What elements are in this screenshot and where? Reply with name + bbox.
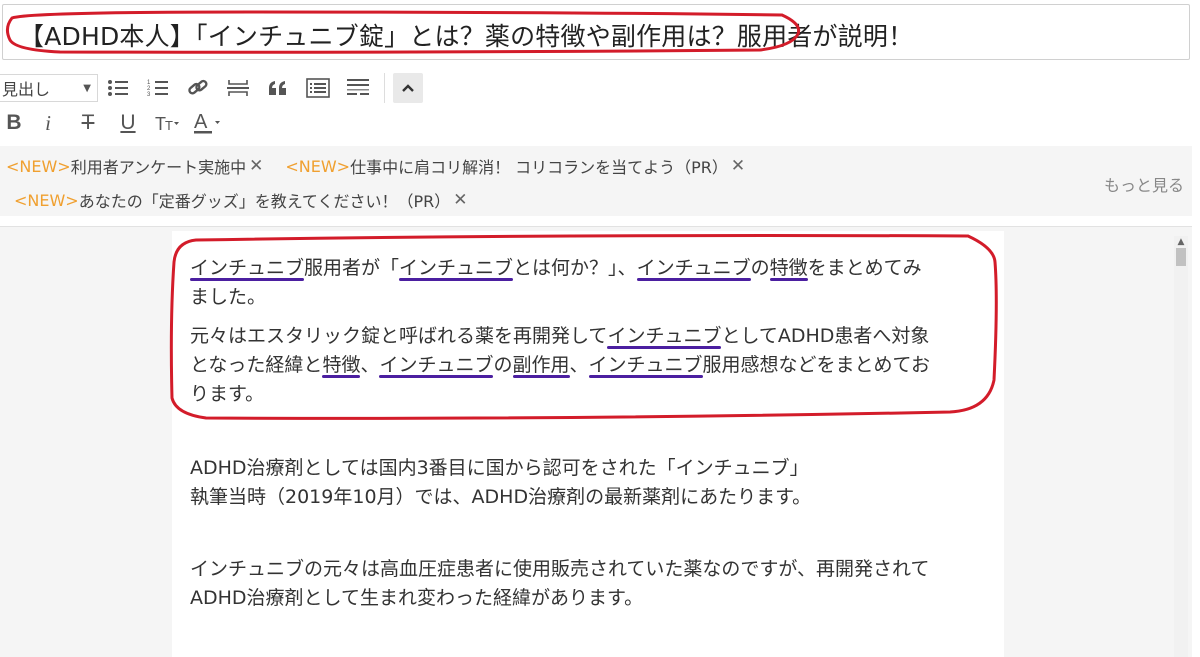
text-segment: をまとめてみ xyxy=(807,257,922,279)
read-more-button[interactable] xyxy=(338,72,378,104)
svg-text:T: T xyxy=(165,118,173,133)
underlined-keyword: インチュニブ xyxy=(399,257,514,279)
underlined-keyword: インチュニブ xyxy=(636,257,751,279)
notice-line: <NEW> 利用者アンケート実施中 ✕ <NEW> 仕事中に肩コリ解消！ コリコ… xyxy=(6,154,767,178)
underlined-keyword: 副作用 xyxy=(512,354,570,376)
notice-text[interactable]: 利用者アンケート実施中 xyxy=(71,154,246,178)
text-segment: 元々はエスタリック錠と呼ばれる薬を再開発して xyxy=(190,325,608,347)
table-of-contents-icon xyxy=(306,78,330,98)
collapse-icon xyxy=(402,84,414,92)
horizontal-rule-button[interactable] xyxy=(218,72,258,104)
notice-text[interactable]: あなたの「定番グッズ」を教えてください！（PR） xyxy=(79,188,451,212)
numbered-list-icon: 1 2 3 xyxy=(147,80,168,97)
close-icon[interactable]: ✕ xyxy=(249,156,263,176)
paragraph-line: 執筆当時（2019年10月）では、ADHD治療剤の最新薬剤にあたります。 xyxy=(190,486,812,508)
strikethrough-button[interactable]: T xyxy=(68,108,108,138)
text-segment: 、 xyxy=(360,354,380,376)
font-color-icon: A xyxy=(194,111,220,134)
paragraph-origin[interactable]: インチュニブの元々は高血圧症患者に使用販売されていた薬なのですが、再開発されて … xyxy=(190,555,929,613)
table-of-contents-button[interactable] xyxy=(298,72,338,104)
text-segment: 服用者が「 xyxy=(304,257,400,279)
notice-item[interactable]: <NEW> 仕事中に肩コリ解消！ コリコランを当てよう（PR） ✕ xyxy=(285,154,745,178)
paragraph-line: ADHD治療剤としては国内3番目に国から認可をされた「インチュニブ」 xyxy=(190,457,809,479)
new-badge: <NEW> xyxy=(14,190,79,210)
paragraph-line: インチュニブの元々は高血圧症患者に使用販売されていた薬なのですが、再開発されて xyxy=(190,558,930,580)
paragraph-approval[interactable]: ADHD治療剤としては国内3番目に国から認可をされた「インチュニブ」 執筆当時（… xyxy=(190,454,811,512)
paragraph-intro[interactable]: インチュニブ服用者が「インチュニブとは何か？」、インチュニブの特徴をまとめてみま… xyxy=(190,254,922,312)
scroll-up-icon[interactable]: ▲ xyxy=(1174,236,1188,248)
close-icon[interactable]: ✕ xyxy=(453,190,467,210)
notice-item[interactable]: <NEW> 利用者アンケート実施中 ✕ xyxy=(6,154,263,178)
link-button[interactable] xyxy=(178,72,218,104)
underlined-keyword: 特徴 xyxy=(322,354,361,376)
text-segment: としてADHD患者へ対象 xyxy=(721,325,930,347)
bullet-list-icon xyxy=(108,80,128,96)
underlined-keyword: インチュニブ xyxy=(607,325,722,347)
toolbar-divider xyxy=(384,73,385,103)
text-segment: ります。 xyxy=(190,383,265,405)
notice-text[interactable]: 仕事中に肩コリ解消！ コリコランを当てよう（PR） xyxy=(350,154,728,178)
title-text[interactable]: 【ADHD本人】「インチュニブ錠」とは？薬の特徴や副作用は？服用者が説明！ xyxy=(19,17,913,53)
underlined-keyword: インチュニブ xyxy=(588,354,703,376)
new-badge: <NEW> xyxy=(6,156,71,176)
text-segment: となった経緯と xyxy=(190,354,323,376)
svg-text:3: 3 xyxy=(147,92,151,97)
quote-icon xyxy=(269,81,286,95)
font-color-button[interactable]: A xyxy=(188,107,228,139)
font-size-icon: T T xyxy=(155,114,179,133)
read-more-icon xyxy=(347,79,369,95)
quote-button[interactable] xyxy=(258,72,298,104)
editor-toolbar: 見出し ▼ 1 2 3 xyxy=(0,70,423,106)
heading-select-value: 見出し xyxy=(2,80,51,99)
notice-bar: <NEW> 利用者アンケート実施中 ✕ <NEW> 仕事中に肩コリ解消！ コリコ… xyxy=(0,146,1192,216)
text-segment: ました。 xyxy=(190,286,267,308)
heading-select[interactable]: 見出し ▼ xyxy=(0,74,98,102)
text-segment: 、 xyxy=(569,354,589,376)
scrollbar[interactable]: ▲ xyxy=(1174,236,1188,657)
underlined-keyword: インチュニブ xyxy=(190,257,305,279)
chevron-down-icon: ▼ xyxy=(83,82,91,94)
title-field[interactable]: 【ADHD本人】「インチュニブ錠」とは？薬の特徴や副作用は？服用者が説明！ xyxy=(2,4,1190,60)
link-icon xyxy=(188,79,208,95)
svg-text:A: A xyxy=(194,111,208,133)
numbered-list-button[interactable]: 1 2 3 xyxy=(138,72,178,104)
bold-button[interactable]: B xyxy=(0,108,28,138)
underlined-keyword: 特徴 xyxy=(769,257,808,279)
text-segment: の xyxy=(493,354,513,376)
bullet-list-button[interactable] xyxy=(98,72,138,104)
font-size-button[interactable]: T T xyxy=(148,107,188,139)
new-badge: <NEW> xyxy=(285,156,351,176)
italic-button[interactable]: i xyxy=(28,108,68,138)
notice-item[interactable]: <NEW> あなたの「定番グッズ」を教えてください！（PR） ✕ xyxy=(14,188,467,212)
underline-button[interactable]: U xyxy=(108,108,148,138)
text-segment: とは何か？」、 xyxy=(513,257,637,279)
scroll-thumb[interactable] xyxy=(1176,248,1186,266)
horizontal-rule-icon xyxy=(227,80,249,96)
notice-line: <NEW> あなたの「定番グッズ」を教えてください！（PR） ✕ xyxy=(14,188,489,212)
text-segment: 服用感想などをまとめてお xyxy=(702,354,930,376)
paragraph-summary[interactable]: 元々はエスタリック錠と呼ばれる薬を再開発してインチュニブとしてADHD患者へ対象… xyxy=(190,322,930,409)
collapse-toolbar-button[interactable] xyxy=(393,73,423,103)
text-segment: の xyxy=(750,257,770,279)
underlined-keyword: インチュニブ xyxy=(379,354,494,376)
format-toolbar: B i T U T T A xyxy=(0,108,228,138)
more-link[interactable]: もっと見る xyxy=(1104,172,1184,196)
paragraph-line: ADHD治療剤として生まれ変わった経緯があります。 xyxy=(190,587,644,609)
close-icon[interactable]: ✕ xyxy=(731,156,745,176)
